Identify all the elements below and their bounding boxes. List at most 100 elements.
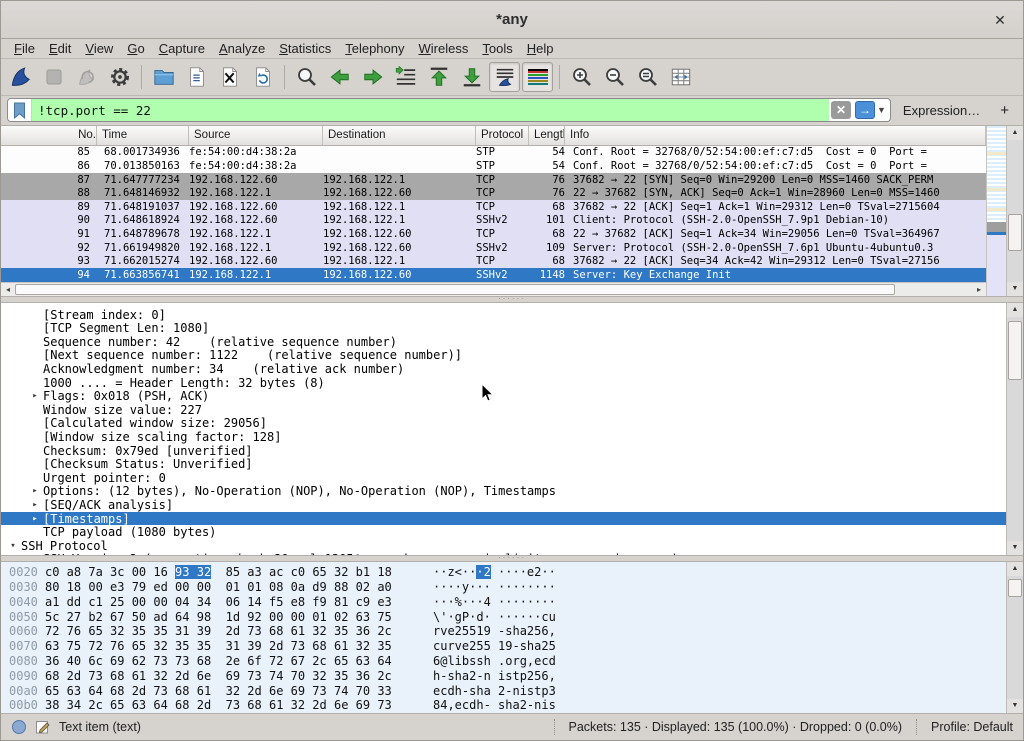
go-forward-button[interactable]: [357, 62, 388, 92]
hex-row-0020[interactable]: 0020c0 a8 7a 3c 00 16 93 32 85 a3 ac c0 …: [1, 565, 1006, 580]
details-vscroll-thumb[interactable]: [1008, 321, 1022, 379]
menu-file[interactable]: File: [7, 40, 42, 57]
column-header-length[interactable]: Length: [529, 126, 565, 145]
detail-line-6[interactable]: ▸Flags: 0x018 (PSH, ACK): [1, 389, 1006, 403]
go-to-packet-button[interactable]: [390, 62, 421, 92]
menu-wireless[interactable]: Wireless: [412, 40, 476, 57]
detail-line-7[interactable]: Window size value: 227: [1, 403, 1006, 417]
hex-row-0050[interactable]: 00505c 27 b2 67 50 ad 64 98 1d 92 00 00 …: [1, 609, 1006, 624]
packet-row-85[interactable]: 8568.001734936fe:54:00:d4:38:2aSTP54Conf…: [1, 146, 986, 160]
expander-closed-icon[interactable]: ▸: [27, 514, 43, 524]
filter-apply-icon[interactable]: →: [855, 101, 875, 119]
hex-row-0070[interactable]: 007063 75 72 76 65 32 35 35 31 39 2d 73 …: [1, 639, 1006, 654]
expander-closed-icon[interactable]: ▸: [27, 500, 43, 510]
column-header-info[interactable]: Info: [565, 126, 986, 145]
packet-row-87[interactable]: 8771.647777234192.168.122.60192.168.122.…: [1, 173, 986, 187]
column-header-no[interactable]: No.: [1, 126, 97, 145]
display-filter-field[interactable]: ✕ → ▼: [7, 98, 891, 122]
detail-line-14[interactable]: ▸[SEQ/ACK analysis]: [1, 498, 1006, 512]
details-vscroll-up-icon[interactable]: ▲: [1007, 303, 1023, 317]
detail-line-8[interactable]: [Calculated window size: 29056]: [1, 417, 1006, 431]
detail-line-1[interactable]: [TCP Segment Len: 1080]: [1, 321, 1006, 335]
detail-line-5[interactable]: 1000 .... = Header Length: 32 bytes (8): [1, 376, 1006, 390]
expander-closed-icon[interactable]: ▸: [27, 486, 43, 496]
hex-row-00b0[interactable]: 00b038 34 2c 65 63 64 68 2d 73 68 61 32 …: [1, 698, 1006, 713]
packet-list-hscrollbar[interactable]: ◂ ▸: [1, 282, 986, 296]
column-header-source[interactable]: Source: [189, 126, 323, 145]
filter-clear-icon[interactable]: ✕: [831, 101, 851, 119]
hex-row-0060[interactable]: 006072 76 65 32 35 35 31 39 2d 73 68 61 …: [1, 624, 1006, 639]
start-capture-button[interactable]: [5, 62, 36, 92]
hex-vscroll-thumb[interactable]: [1008, 579, 1022, 596]
status-profile[interactable]: Profile: Default: [917, 720, 1023, 734]
detail-line-17[interactable]: ▾SSH Protocol: [1, 539, 1006, 553]
close-file-button[interactable]: [214, 62, 245, 92]
hex-row-0030[interactable]: 003080 18 00 e3 79 ed 00 00 01 01 08 0a …: [1, 580, 1006, 595]
detail-line-13[interactable]: ▸Options: (12 bytes), No-Operation (NOP)…: [1, 485, 1006, 499]
expert-info-icon[interactable]: [11, 719, 27, 735]
packet-row-94[interactable]: 9471.663856741192.168.122.1192.168.122.6…: [1, 268, 986, 282]
zoom-out-button[interactable]: [599, 62, 630, 92]
column-header-protocol[interactable]: Protocol: [476, 126, 529, 145]
hex-row-00a0[interactable]: 00a065 63 64 68 2d 73 68 61 32 2d 6e 69 …: [1, 683, 1006, 698]
capture-comment-icon[interactable]: [35, 719, 51, 735]
hex-row-0080[interactable]: 008036 40 6c 69 62 73 73 68 2e 6f 72 67 …: [1, 654, 1006, 669]
resize-columns-button[interactable]: [665, 62, 696, 92]
close-icon[interactable]: ✕: [989, 9, 1011, 31]
menu-help[interactable]: Help: [520, 40, 561, 57]
packet-row-88[interactable]: 8871.648146932192.168.122.1192.168.122.6…: [1, 186, 986, 200]
menu-edit[interactable]: Edit: [42, 40, 78, 57]
title-bar[interactable]: *any ✕: [1, 1, 1023, 39]
menu-capture[interactable]: Capture: [152, 40, 212, 57]
expression-button[interactable]: Expression…: [897, 103, 986, 118]
packet-list-vscrollbar[interactable]: ▲ ▼: [1006, 126, 1023, 296]
details-vscrollbar[interactable]: ▲ ▼: [1006, 303, 1023, 555]
menu-tools[interactable]: Tools: [475, 40, 519, 57]
filter-history-caret-icon[interactable]: ▼: [877, 105, 890, 115]
detail-line-11[interactable]: [Checksum Status: Unverified]: [1, 457, 1006, 471]
expander-closed-icon[interactable]: ▸: [27, 391, 43, 401]
vscroll-up-icon[interactable]: ▲: [1007, 126, 1023, 140]
column-header-time[interactable]: Time: [97, 126, 189, 145]
menu-statistics[interactable]: Statistics: [272, 40, 338, 57]
menu-analyze[interactable]: Analyze: [212, 40, 272, 57]
hex-vscroll-down-icon[interactable]: ▼: [1007, 699, 1023, 713]
open-file-button[interactable]: [148, 62, 179, 92]
add-filter-button[interactable]: +: [992, 102, 1017, 119]
capture-options-button[interactable]: [104, 62, 135, 92]
packet-row-91[interactable]: 9171.648789678192.168.122.1192.168.122.6…: [1, 227, 986, 241]
details-vscroll-down-icon[interactable]: ▼: [1007, 541, 1023, 555]
display-filter-input[interactable]: [32, 99, 829, 121]
packet-row-89[interactable]: 8971.648191037192.168.122.60192.168.122.…: [1, 200, 986, 214]
hex-row-0090[interactable]: 009068 2d 73 68 61 32 2d 6e 69 73 74 70 …: [1, 668, 1006, 683]
menu-telephony[interactable]: Telephony: [338, 40, 411, 57]
packet-row-90[interactable]: 9071.648618924192.168.122.60192.168.122.…: [1, 214, 986, 228]
hex-row-0040[interactable]: 0040a1 dd c1 25 00 00 04 34 06 14 f5 e8 …: [1, 594, 1006, 609]
detail-line-0[interactable]: [Stream index: 0]: [1, 308, 1006, 322]
expander-open-icon[interactable]: ▾: [5, 541, 21, 551]
restart-capture-button[interactable]: [71, 62, 102, 92]
menu-go[interactable]: Go: [120, 40, 151, 57]
column-header-destination[interactable]: Destination: [323, 126, 476, 145]
go-first-button[interactable]: [423, 62, 454, 92]
stop-capture-button[interactable]: [38, 62, 69, 92]
packet-list-header[interactable]: No.TimeSourceDestinationProtocolLengthIn…: [1, 126, 986, 146]
detail-line-4[interactable]: Acknowledgment number: 34 (relative ack …: [1, 362, 1006, 376]
vscroll-down-icon[interactable]: ▼: [1007, 282, 1023, 296]
vscroll-thumb[interactable]: [1008, 214, 1022, 251]
hscroll-thumb[interactable]: [15, 284, 895, 295]
filter-bookmark-icon[interactable]: [8, 99, 32, 121]
detail-line-3[interactable]: [Next sequence number: 1122 (relative se…: [1, 349, 1006, 363]
hex-vscroll-up-icon[interactable]: ▲: [1007, 562, 1023, 576]
hscroll-right-icon[interactable]: ▸: [972, 285, 986, 294]
detail-line-12[interactable]: Urgent pointer: 0: [1, 471, 1006, 485]
colorize-packets-button[interactable]: [522, 62, 553, 92]
detail-line-16[interactable]: TCP payload (1080 bytes): [1, 525, 1006, 539]
expander-closed-icon[interactable]: ▸: [27, 554, 43, 555]
menu-view[interactable]: View: [78, 40, 120, 57]
hscroll-left-icon[interactable]: ◂: [1, 285, 15, 294]
zoom-in-button[interactable]: [566, 62, 597, 92]
detail-line-9[interactable]: [Window size scaling factor: 128]: [1, 430, 1006, 444]
packet-row-93[interactable]: 9371.662015274192.168.122.60192.168.122.…: [1, 254, 986, 268]
auto-scroll-button[interactable]: [489, 62, 520, 92]
